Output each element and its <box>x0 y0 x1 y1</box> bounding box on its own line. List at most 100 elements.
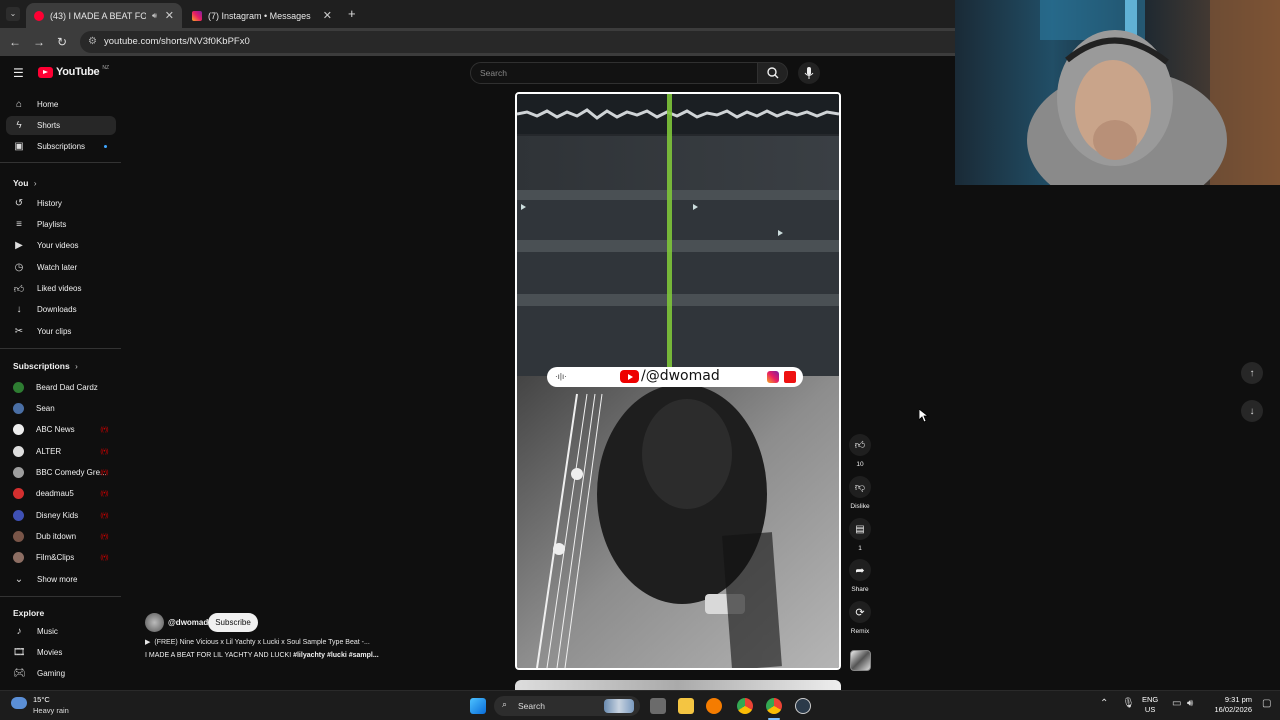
tab-youtube-short[interactable]: (43) I MADE A BEAT FOR LIL 🔊︎ ✕ <box>26 3 182 28</box>
previous-short-button[interactable]: ↑ <box>1241 362 1263 384</box>
channel-avatar[interactable] <box>145 613 164 632</box>
subscription-item[interactable]: BBC Comedy Gre... ((•)) <box>6 463 116 482</box>
address-bar[interactable]: ⚙︎ youtube.com/shorts/NV3f0KbPFx0 <box>80 31 955 53</box>
sidebar-item-label: Your videos <box>37 241 79 250</box>
channel-name: Sean <box>36 404 55 413</box>
browser-tab-bar: ⌄ (43) I MADE A BEAT FOR LIL 🔊︎ ✕ (7) In… <box>0 0 955 28</box>
instagram-icon <box>767 371 779 383</box>
close-tab-icon[interactable]: ✕ <box>323 9 332 22</box>
rain-cloud-icon <box>11 697 27 709</box>
subscription-item[interactable]: deadmau5 ((•)) <box>6 484 116 503</box>
microphone-tray-icon[interactable]: 🎙︎ <box>1122 698 1135 709</box>
sidebar-item-label: Movies <box>37 648 63 657</box>
language-indicator[interactable]: ENG US <box>1142 695 1158 715</box>
close-tab-icon[interactable]: ✕ <box>165 9 174 22</box>
sidebar-item-subscriptions[interactable]: ▣ Subscriptions <box>6 137 116 156</box>
back-icon[interactable]: ← <box>9 35 21 49</box>
channel-avatar <box>13 552 24 563</box>
explore-heading: Explore <box>13 608 45 618</box>
subscriptions-heading[interactable]: Subscriptions › <box>13 361 78 371</box>
sidebar-item-label: Watch later <box>37 263 78 272</box>
weather-widget[interactable]: 15°C Heavy rain <box>8 694 98 718</box>
network-icon[interactable]: ▭ <box>1172 698 1181 709</box>
sidebar-item-downloads[interactable]: ↓ Downloads <box>6 300 116 319</box>
history-icon: ↺ <box>14 198 24 209</box>
steam-icon[interactable] <box>795 698 811 714</box>
search-icon <box>767 67 779 79</box>
dislike-button[interactable]: 👎︎ <box>849 476 871 498</box>
subscription-item[interactable]: Beard Dad Cardz <box>6 378 116 397</box>
show-hidden-icons-icon[interactable]: ⌃ <box>1100 698 1108 709</box>
sound-thumbnail[interactable] <box>850 650 871 671</box>
sidebar-item-playlists[interactable]: ≡ Playlists <box>6 215 116 234</box>
next-short-preview[interactable] <box>515 680 841 690</box>
chevron-down-icon: ⌄ <box>14 574 24 585</box>
notifications-icon[interactable]: ▢ <box>1262 698 1271 709</box>
next-short-button[interactable]: ↓ <box>1241 400 1263 422</box>
sidebar-item-home[interactable]: ⌂ Home <box>6 95 116 114</box>
chrome-icon[interactable] <box>737 698 753 714</box>
tab-list-dropdown-icon[interactable]: ⌄ <box>6 7 20 21</box>
sidebar-item-liked-videos[interactable]: 👍︎ Liked videos <box>6 279 116 298</box>
tiktok-icon <box>784 371 796 383</box>
arrow-down-icon: ↓ <box>1249 405 1255 417</box>
caption-hashtags[interactable]: #lilyachty #lucki #sampl... <box>293 652 379 659</box>
like-button[interactable]: 👍︎ <box>849 434 871 456</box>
weather-condition: Heavy rain <box>33 706 69 715</box>
sidebar-item-gaming[interactable]: 🎮︎ Gaming <box>6 664 116 683</box>
subscribe-button[interactable]: Subscribe <box>208 613 258 632</box>
reload-icon[interactable]: ↻ <box>57 35 67 49</box>
search-button[interactable] <box>757 62 788 84</box>
sidebar-item-music[interactable]: ♪ Music <box>6 622 116 641</box>
subscription-item[interactable]: Sean <box>6 399 116 418</box>
windows-start-icon[interactable] <box>470 698 486 714</box>
chrome-active-icon[interactable] <box>766 698 782 714</box>
live-indicator-icon: ((•)) <box>100 554 108 561</box>
sidebar-item-history[interactable]: ↺ History <box>6 194 116 213</box>
channel-avatar <box>13 510 24 521</box>
subscription-item[interactable]: ABC News ((•)) <box>6 420 116 439</box>
sidebar-item-your-clips[interactable]: ✂︎ Your clips <box>6 322 116 341</box>
remix-button[interactable]: ⟳ <box>849 601 871 623</box>
file-explorer-icon[interactable] <box>678 698 694 714</box>
sidebar-item-label: Music <box>37 627 58 636</box>
taskbar-search[interactable]: ⌕ Search <box>494 696 640 716</box>
new-tab-button[interactable]: + <box>348 6 356 21</box>
volume-icon[interactable]: 🔊︎ <box>1187 698 1193 709</box>
fl-studio-icon[interactable] <box>706 698 722 714</box>
task-view-icon[interactable] <box>650 698 666 714</box>
remix-label: Remix <box>850 628 870 635</box>
sidebar-item-label: Home <box>37 100 59 109</box>
share-button[interactable]: ➦ <box>849 559 871 581</box>
forward-icon[interactable]: → <box>33 35 45 49</box>
clips-icon: ✂︎ <box>14 326 24 337</box>
site-info-icon[interactable]: ⚙︎ <box>88 31 97 53</box>
you-heading[interactable]: You › <box>13 178 36 188</box>
sidebar-item-movies[interactable]: 🎞︎ Movies <box>6 643 116 662</box>
home-icon: ⌂ <box>15 99 23 110</box>
subscription-item[interactable]: ALTER ((•)) <box>6 442 116 461</box>
watch-later-icon: ◷ <box>14 262 24 273</box>
channel-handle[interactable]: @dwomad <box>168 618 208 627</box>
share-icon: ➦ <box>855 564 865 577</box>
show-more-button[interactable]: ⌄ Show more <box>6 570 116 589</box>
voice-search-button[interactable] <box>798 62 820 84</box>
music-icon: ♪ <box>16 626 22 637</box>
speaker-icon[interactable]: 🔊︎ <box>152 11 157 21</box>
subscription-item[interactable]: Film&Clips ((•)) <box>6 548 116 567</box>
search-input[interactable]: Search <box>470 62 758 84</box>
subscription-item[interactable]: Dub itdown ((•)) <box>6 527 116 546</box>
tab-instagram[interactable]: (7) Instagram • Messages ✕ <box>184 3 340 28</box>
sidebar-item-your-videos[interactable]: ▶︎ Your videos <box>6 236 116 255</box>
sidebar-item-shorts[interactable]: ϟ Shorts <box>6 116 116 135</box>
clock[interactable]: 9:31 pm 16/02/2026 <box>1208 695 1252 715</box>
channel-avatar <box>13 446 24 457</box>
like-count: 10 <box>856 461 864 468</box>
sidebar-item-watch-later[interactable]: ◷ Watch later <box>6 258 116 277</box>
sound-link[interactable]: ▶ (FREE) Nine Vicious x Lil Yachty x Luck… <box>145 638 370 646</box>
search-icon: ⌕ <box>502 699 508 709</box>
channel-name: ABC News <box>36 425 75 434</box>
comment-icon: ▤ <box>855 523 865 535</box>
comments-button[interactable]: ▤ <box>849 518 871 540</box>
subscription-item[interactable]: Disney Kids ((•)) <box>6 506 116 525</box>
